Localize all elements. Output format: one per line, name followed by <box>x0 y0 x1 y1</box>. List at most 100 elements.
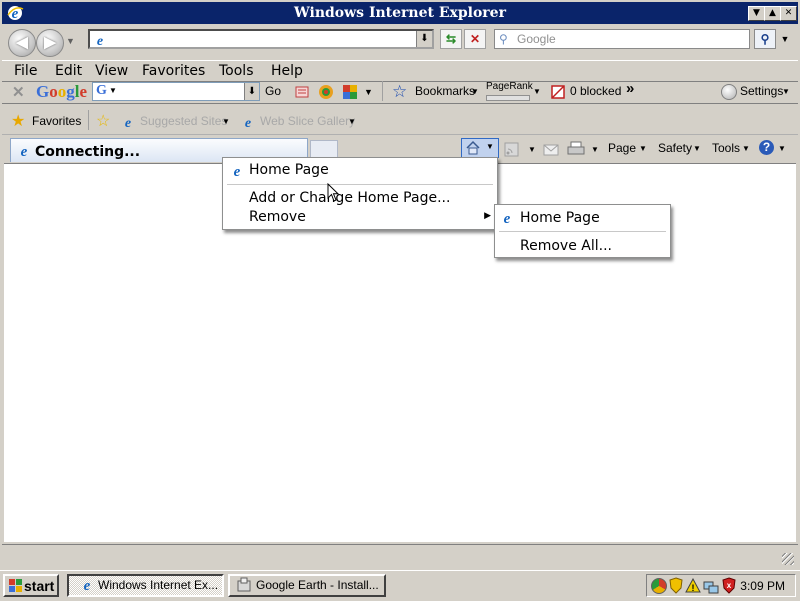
warning-tray-icon[interactable]: ! <box>685 578 701 594</box>
page-menu-button[interactable]: Page <box>608 141 636 155</box>
suggested-sites-link[interactable]: Suggested Sites <box>140 114 227 128</box>
toolbar-divider <box>382 81 383 101</box>
home-button[interactable]: ▼ <box>461 138 499 158</box>
tools-menu-button[interactable]: Tools <box>712 141 740 155</box>
suggested-sites-dropdown-icon[interactable]: ▼ <box>222 117 230 126</box>
security-tray-icon[interactable]: x <box>721 577 737 594</box>
start-button[interactable]: start <box>3 574 59 597</box>
browser-window: e Windows Internet Explorer ▼ ▲ ✕ ◀ ▶ ▼ … <box>0 0 800 570</box>
stop-button[interactable]: ✕ <box>464 29 486 49</box>
shield-tray-icon[interactable] <box>668 577 684 594</box>
pagerank-dropdown-icon[interactable]: ▼ <box>533 87 541 96</box>
menu-favorites[interactable]: Favorites <box>142 63 205 79</box>
submenu-arrow-icon: ▶ <box>484 211 491 221</box>
add-favorite-icon[interactable]: ☆ <box>96 111 110 131</box>
windows-logo-icon <box>9 579 22 592</box>
back-arrow-icon: ◀ <box>16 34 28 51</box>
popup-blocker-icon[interactable] <box>550 84 566 100</box>
search-input[interactable]: ⚲ Google <box>494 29 750 49</box>
menu-help[interactable]: Help <box>271 63 303 79</box>
submenu-item-home-page[interactable]: Home Page <box>520 210 600 226</box>
settings-dropdown-icon[interactable]: ▼ <box>782 87 790 96</box>
popup-blocker-count[interactable]: 0 blocked <box>570 84 621 98</box>
svg-text:e: e <box>504 211 511 226</box>
remove-submenu: e Home Page Remove All... <box>494 204 671 258</box>
start-label: start <box>24 578 55 594</box>
window-title: Windows Internet Explorer <box>294 5 506 21</box>
google-go-button[interactable]: Go <box>265 84 281 98</box>
menu-edit[interactable]: Edit <box>55 63 82 79</box>
page-dropdown-icon[interactable]: ▼ <box>639 144 647 153</box>
google-g-dropdown-icon[interactable]: ▼ <box>109 86 117 95</box>
submenu-separator <box>499 231 666 232</box>
favorites-star-icon[interactable]: ★ <box>11 111 25 131</box>
read-mail-icon[interactable] <box>543 143 559 157</box>
print-dropdown-icon[interactable]: ▼ <box>591 145 599 154</box>
menu-item-add-change-home-page[interactable]: Add or Change Home Page... <box>249 190 450 206</box>
clock[interactable]: 3:09 PM <box>740 579 785 593</box>
installer-icon <box>237 577 251 592</box>
google-apps-dropdown-icon[interactable]: ▼ <box>364 87 373 97</box>
close-button[interactable]: ✕ <box>780 6 797 21</box>
menu-item-home-page[interactable]: Home Page <box>249 162 329 178</box>
toolbar-overflow-chevron-icon[interactable]: » <box>626 80 634 97</box>
address-bar[interactable]: e ⬇ <box>88 29 434 49</box>
home-dropdown-icon[interactable]: ▼ <box>486 142 494 151</box>
search-options-dropdown[interactable]: ▼ <box>778 29 792 49</box>
history-dropdown-icon[interactable]: ▼ <box>66 36 75 46</box>
forward-button[interactable]: ▶ <box>36 29 64 57</box>
svg-text:e: e <box>234 164 241 179</box>
bookmarks-star-icon[interactable]: ☆ <box>392 82 407 102</box>
status-bar <box>2 544 798 567</box>
chrome-tray-icon[interactable] <box>651 578 667 594</box>
taskbar-button-ie[interactable]: e Windows Internet Ex... <box>67 574 224 597</box>
submenu-item-remove-all[interactable]: Remove All... <box>520 238 612 254</box>
bookmarks-button[interactable]: Bookmarks <box>415 84 475 98</box>
maximize-button[interactable]: ▲ <box>764 6 781 21</box>
web-slice-gallery-link[interactable]: Web Slice Gallery <box>260 114 355 128</box>
svg-text:e: e <box>97 34 103 48</box>
network-tray-icon[interactable] <box>703 578 719 594</box>
feeds-icon[interactable] <box>504 142 520 158</box>
menu-tools[interactable]: Tools <box>219 63 254 79</box>
minimize-button[interactable]: ▼ <box>748 6 765 21</box>
mouse-pointer-icon <box>327 183 340 202</box>
picasa-icon[interactable] <box>318 84 334 100</box>
favorites-button[interactable]: Favorites <box>32 114 81 128</box>
menu-item-remove[interactable]: Remove <box>249 209 306 225</box>
settings-icon[interactable] <box>721 84 737 100</box>
google-search-input[interactable]: G ▼ ⬇ <box>92 82 260 101</box>
back-button[interactable]: ◀ <box>8 29 36 57</box>
menu-view[interactable]: View <box>95 63 128 79</box>
tools-dropdown-icon[interactable]: ▼ <box>742 144 750 153</box>
svg-text:x: x <box>727 581 732 590</box>
favbar-divider <box>88 110 89 130</box>
google-logo[interactable]: Google <box>36 82 87 102</box>
help-dropdown-icon[interactable]: ▼ <box>778 144 786 153</box>
google-search-value: G <box>96 83 107 98</box>
address-dropdown-icon[interactable]: ⬇ <box>416 31 432 47</box>
close-toolbar-icon[interactable]: ✕ <box>12 83 25 101</box>
bookmarks-dropdown-icon[interactable]: ▼ <box>471 87 479 96</box>
menu-file[interactable]: File <box>14 63 37 79</box>
taskbar-button-google-earth[interactable]: Google Earth - Install... <box>228 574 386 597</box>
search-placeholder: Google <box>517 32 556 46</box>
search-icon: ⚲ <box>499 32 508 46</box>
search-button[interactable]: ⚲ <box>754 29 776 49</box>
help-icon[interactable]: ? <box>759 140 774 155</box>
safety-dropdown-icon[interactable]: ▼ <box>693 144 701 153</box>
refresh-button[interactable]: ⇆ <box>440 29 462 49</box>
print-icon[interactable] <box>567 141 585 157</box>
home-page-ie-icon: e <box>234 164 241 179</box>
resize-grip[interactable] <box>782 553 794 565</box>
google-search-dropdown-icon[interactable]: ⬇ <box>244 83 259 100</box>
title-bar[interactable]: e Windows Internet Explorer ▼ ▲ ✕ <box>2 2 798 24</box>
google-apps-icon[interactable] <box>342 84 358 100</box>
web-slice-dropdown-icon[interactable]: ▼ <box>348 117 356 126</box>
pagerank-bar <box>486 95 530 101</box>
safety-menu-button[interactable]: Safety <box>658 141 692 155</box>
feeds-dropdown-icon[interactable]: ▼ <box>528 145 536 154</box>
news-icon[interactable] <box>294 84 310 100</box>
settings-button[interactable]: Settings <box>740 84 783 98</box>
pagerank-label[interactable]: PageRank <box>486 81 533 92</box>
